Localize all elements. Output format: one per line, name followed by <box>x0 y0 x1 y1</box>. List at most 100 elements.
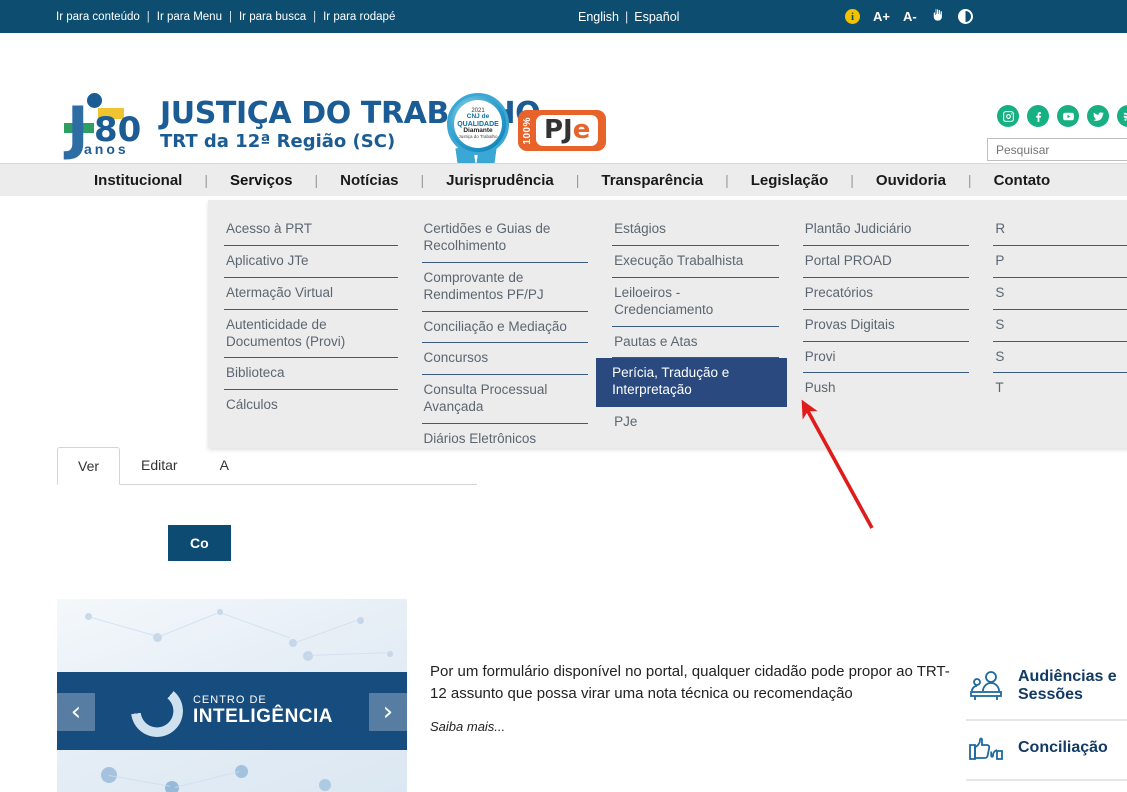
handshake-thumbs-icon <box>966 731 1006 765</box>
nav-item-institucional[interactable]: Institucional <box>72 172 204 189</box>
menu-item-precatorios[interactable]: Precatórios <box>802 278 970 310</box>
menu-item-certidoes-guias[interactable]: Certidões e Guias de Recolhimento <box>421 214 589 263</box>
menu-item-acesso-prt[interactable]: Acesso à PRT <box>224 214 398 246</box>
mega-menu-column-5-clipped: R P S S S T <box>977 214 1127 448</box>
nav-item-legislacao[interactable]: Legislação <box>729 172 851 189</box>
site-header: J 80 anos JUSTIÇA DO TRABALHO TRT da 12ª… <box>0 33 1127 163</box>
accessibility-tools: i A+ A- <box>845 7 973 27</box>
news-read-more-link[interactable]: Saiba mais... <box>430 719 950 734</box>
nav-item-contato[interactable]: Contato <box>972 172 1073 189</box>
twitter-icon[interactable] <box>1087 105 1109 127</box>
info-icon[interactable]: i <box>845 9 860 24</box>
nav-item-ouvidoria[interactable]: Ouvidoria <box>854 172 968 189</box>
pje-percent: 100% <box>522 116 533 145</box>
pje-name-p: PJ <box>544 115 573 145</box>
tab-acoes[interactable]: A <box>199 446 250 484</box>
menu-item-provas-digitais[interactable]: Provas Digitais <box>802 310 970 342</box>
skip-link-footer[interactable]: Ir para rodapé <box>323 11 395 23</box>
social-links <box>997 105 1127 127</box>
mega-menu-column-1: Acesso à PRT Aplicativo JTe Atermação Vi… <box>208 214 406 448</box>
menu-item-execucao-trabalhista[interactable]: Execução Trabalhista <box>612 246 779 278</box>
menu-item-diarios-eletronicos[interactable]: Diários Eletrônicos <box>422 424 589 455</box>
menu-item-conciliacao-mediacao[interactable]: Conciliação e Mediação <box>421 312 589 344</box>
nav-item-transparencia[interactable]: Transparência <box>579 172 725 189</box>
news-text: Por um formulário disponível no portal, … <box>430 663 950 702</box>
nav-item-servicos[interactable]: Serviços <box>208 172 315 189</box>
content-tabs: Ver Editar A <box>57 446 477 485</box>
menu-item-concursos[interactable]: Concursos <box>421 343 589 376</box>
menu-item-plantao-judiciario[interactable]: Plantão Judiciário <box>802 214 970 246</box>
menu-item-clipped-2[interactable]: P <box>993 246 1127 278</box>
separator: | <box>146 10 150 23</box>
carousel-prev-icon[interactable]: ‹ <box>57 693 95 731</box>
search-box <box>987 138 1127 161</box>
increase-font-button[interactable]: A+ <box>873 10 890 23</box>
skip-links: Ir para conteúdo | Ir para Menu | Ir par… <box>56 11 395 23</box>
language-espanol[interactable]: Español <box>634 10 679 24</box>
centro-inteligencia-logo-icon <box>130 685 183 737</box>
language-switcher: English | Español <box>578 10 679 24</box>
language-english[interactable]: English <box>578 10 619 24</box>
widget-audiencias-sessoes[interactable]: Audiências e Sessões <box>966 658 1127 721</box>
menu-item-pautas-atas[interactable]: Pautas e Atas <box>612 327 779 359</box>
menu-item-clipped-5[interactable]: S <box>993 342 1127 374</box>
search-input[interactable] <box>987 138 1127 161</box>
carousel-next-icon[interactable]: › <box>369 693 407 731</box>
skip-link-search[interactable]: Ir para busca <box>239 11 306 23</box>
mega-menu-servicos: Acesso à PRT Aplicativo JTe Atermação Vi… <box>208 200 1127 448</box>
pje-logo[interactable]: 100% PJe <box>518 110 607 152</box>
youtube-icon[interactable] <box>1057 105 1079 127</box>
menu-item-portal-proad[interactable]: Portal PROAD <box>802 246 970 278</box>
menu-item-calculos[interactable]: Cálculos <box>224 390 398 421</box>
menu-item-autenticidade-docs[interactable]: Autenticidade de Documentos (Provi) <box>224 310 398 359</box>
nav-item-jurisprudencia[interactable]: Jurisprudência <box>424 172 576 189</box>
instagram-icon[interactable] <box>997 105 1019 127</box>
menu-item-clipped-4[interactable]: S <box>993 310 1127 342</box>
carousel-banner[interactable]: CENTRO DE INTELIGÊNCIA <box>57 672 407 750</box>
menu-item-estagios[interactable]: Estágios <box>612 214 779 246</box>
carousel-banner-line1: CENTRO DE <box>192 694 267 707</box>
menu-item-pje[interactable]: PJe <box>612 407 779 438</box>
menu-item-clipped-6[interactable]: T <box>993 373 1127 404</box>
quick-links-widgets: Audiências e Sessões Conciliação <box>966 658 1127 781</box>
menu-item-provi[interactable]: Provi <box>802 342 970 374</box>
menu-item-biblioteca[interactable]: Biblioteca <box>224 358 398 391</box>
highlights-carousel: CENTRO DE INTELIGÊNCIA ‹ › <box>57 599 407 792</box>
menu-item-aplicativo-jte[interactable]: Aplicativo JTe <box>224 246 398 278</box>
menu-item-leiloeiros[interactable]: Leiloeiros - Credenciamento <box>612 278 779 327</box>
menu-item-pericia-traducao-interpretacao[interactable]: Perícia, Tradução e Interpretação <box>596 358 787 408</box>
menu-item-clipped-1[interactable]: R <box>993 214 1127 246</box>
menu-item-comprovante-rendimentos[interactable]: Comprovante de Rendimentos PF/PJ <box>421 263 589 312</box>
menu-item-atermacao-virtual[interactable]: Atermação Virtual <box>224 278 398 310</box>
audience-session-icon <box>966 669 1006 703</box>
mega-menu-column-3: Estágios Execução Trabalhista Leiloeiros… <box>596 214 787 448</box>
pje-name-e: e <box>572 115 591 145</box>
anniversary-word: anos <box>84 141 129 157</box>
skip-link-menu[interactable]: Ir para Menu <box>157 11 222 23</box>
separator: | <box>228 10 232 23</box>
cnj-quality-badge: 2021 CNJ de QUALIDADE Diamante Justiça d… <box>443 93 513 173</box>
mega-menu-column-4: Plantão Judiciário Portal PROAD Precatór… <box>787 214 978 448</box>
menu-item-clipped-3[interactable]: S <box>993 278 1127 310</box>
mega-menu-column-2: Certidões e Guias de Recolhimento Compro… <box>406 214 597 448</box>
skip-link-content[interactable]: Ir para conteúdo <box>56 11 140 23</box>
facebook-icon[interactable] <box>1027 105 1049 127</box>
news-summary: Por um formulário disponível no portal, … <box>430 661 950 734</box>
primary-action-button[interactable]: Co <box>168 525 231 561</box>
nav-item-noticias[interactable]: Notícias <box>318 172 420 189</box>
tab-editar[interactable]: Editar <box>120 446 199 484</box>
anniversary-emblem-icon: J 80 anos <box>62 91 154 159</box>
widget-label: Audiências e Sessões <box>1018 668 1117 704</box>
widget-conciliacao[interactable]: Conciliação <box>966 721 1127 781</box>
menu-item-consulta-processual[interactable]: Consulta Processual Avançada <box>421 375 589 424</box>
rss-icon[interactable] <box>1117 105 1127 127</box>
decrease-font-button[interactable]: A- <box>903 10 917 23</box>
carousel-banner-line2: INTELIGÊNCIA <box>192 705 334 727</box>
menu-item-push[interactable]: Push <box>803 373 970 404</box>
contrast-icon[interactable] <box>957 9 973 24</box>
badge-org: Justiça do Trabalho <box>458 134 498 140</box>
tab-ver[interactable]: Ver <box>57 447 121 485</box>
main-navigation: Institucional | Serviços | Notícias | Ju… <box>0 163 1127 196</box>
sign-language-icon[interactable] <box>930 7 945 27</box>
separator: | <box>625 9 629 24</box>
